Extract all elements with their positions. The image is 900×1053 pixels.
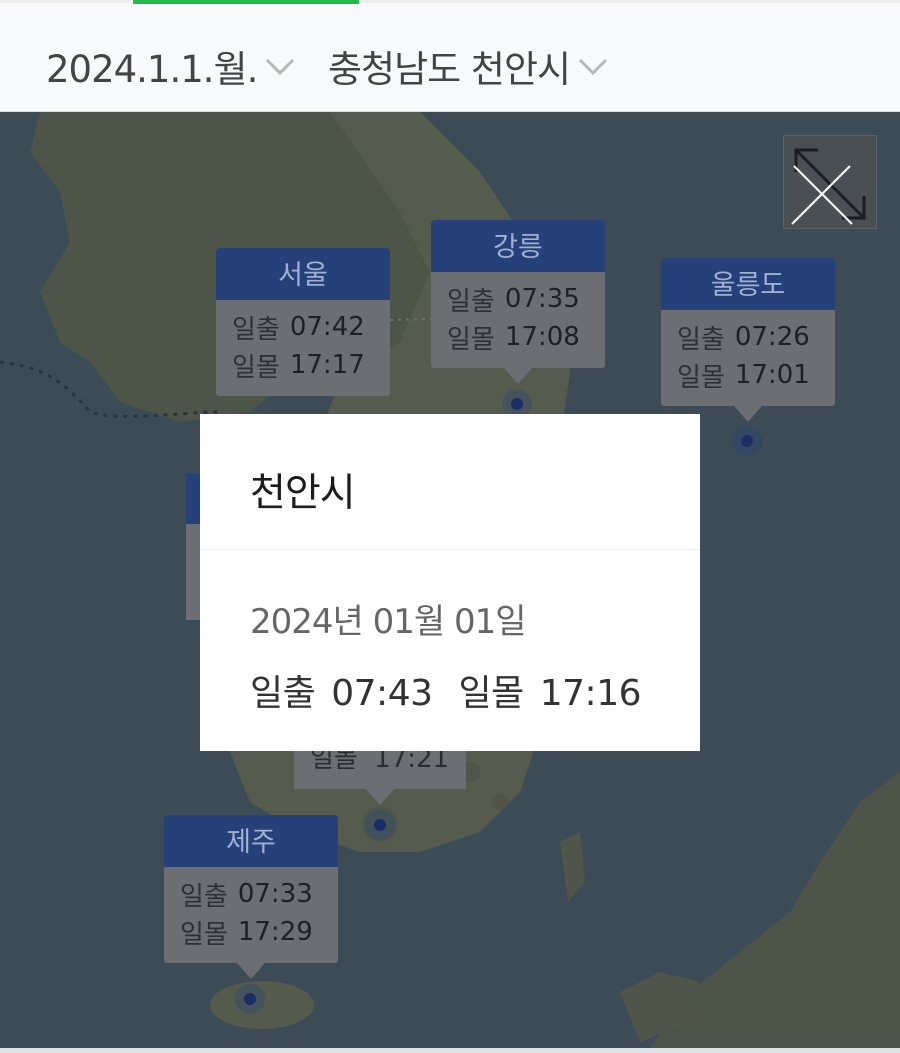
sunset-time: 17:17: [289, 350, 365, 380]
sunrise-time: 07:43: [331, 673, 433, 714]
expand-arrows-icon: [791, 148, 866, 225]
sunset-time: 17:01: [734, 360, 810, 390]
city-marker-gangneung[interactable]: 강릉 일출 07:35 일몰 17:08: [431, 220, 605, 384]
marker-times: 일출 07:42 일몰 17:17: [216, 300, 390, 396]
city-detail-popup[interactable]: 천안시 2024년 01월 01일 일출 07:43 일몰 17:16: [200, 414, 700, 751]
sunset-label: 일몰: [232, 352, 280, 383]
sunset-label: 일몰: [458, 673, 525, 714]
region-selector-label: 충청남도 천안시: [328, 48, 571, 91]
city-marker-jeju[interactable]: 제주 일출 07:33 일몰 17:29: [164, 815, 338, 979]
location-dot-south-coast[interactable]: [374, 819, 386, 831]
marker-pointer: [237, 963, 265, 979]
date-selector-label: 2024.1.1.월.: [46, 48, 258, 91]
location-dot-ulleungdo[interactable]: [741, 435, 753, 447]
marker-times: 일출 07:35 일몰 17:08: [431, 272, 605, 368]
popup-date: 2024년 01월 01일: [250, 602, 527, 642]
sunrise-label: 일출: [180, 881, 228, 912]
sunset-time: 17:21: [374, 751, 450, 774]
bottom-border: [0, 1048, 900, 1053]
location-dot-jeju[interactable]: [244, 993, 256, 1005]
marker-pointer: [734, 406, 762, 422]
region-selector[interactable]: 충청남도 천안시: [328, 39, 610, 93]
active-tab-indicator: [133, 0, 359, 4]
sunset-label: 일몰: [677, 362, 725, 393]
sunset-label: 일몰: [310, 751, 358, 774]
expand-map-button[interactable]: [783, 135, 877, 229]
marker-city-name: 울릉도: [661, 258, 835, 310]
location-dot-gangneung[interactable]: [511, 398, 523, 410]
sunrise-time: 07:26: [734, 322, 810, 352]
sunset-label: 일몰: [180, 919, 228, 950]
date-region-header: 2024.1.1.월. 충청남도 천안시: [0, 0, 900, 112]
marker-pointer: [504, 368, 532, 384]
sunrise-label: 일출: [232, 314, 280, 345]
city-marker-partial-south[interactable]: 일몰 17:21: [294, 751, 466, 789]
sunset-time: 17:29: [237, 917, 313, 947]
sunrise-time: 07:42: [289, 312, 365, 342]
sunset-label: 일몰: [447, 324, 495, 355]
marker-times: 일출 07:26 일몰 17:01: [661, 310, 835, 406]
marker-city-name: 강릉: [431, 220, 605, 272]
sunset-time: 17:16: [539, 673, 642, 714]
marker-pointer: [366, 789, 394, 805]
city-marker-ulleungdo[interactable]: 울릉도 일출 07:26 일몰 17:01: [661, 258, 835, 422]
city-marker-seoul[interactable]: 서울 일출 07:42 일몰 17:17: [216, 248, 390, 396]
sunrise-label: 일출: [447, 286, 495, 317]
marker-city-name: 서울: [216, 248, 390, 300]
chevron-down-icon: [266, 58, 295, 76]
sunrise-label: 일출: [677, 324, 725, 355]
date-selector[interactable]: 2024.1.1.월.: [46, 39, 297, 93]
popup-times: 일출 07:43 일몰 17:16: [250, 664, 642, 716]
sunrise-label: 일출: [250, 673, 316, 714]
marker-city-name: 제주: [164, 815, 338, 867]
chevron-down-icon: [578, 58, 608, 76]
sunset-time: 17:08: [504, 322, 580, 352]
sunrise-time: 07:33: [237, 879, 313, 909]
marker-times: 일출 07:33 일몰 17:29: [164, 867, 338, 963]
popup-divider: [200, 549, 700, 550]
sunrise-time: 07:35: [504, 284, 580, 314]
popup-city-title: 천안시: [250, 471, 356, 516]
